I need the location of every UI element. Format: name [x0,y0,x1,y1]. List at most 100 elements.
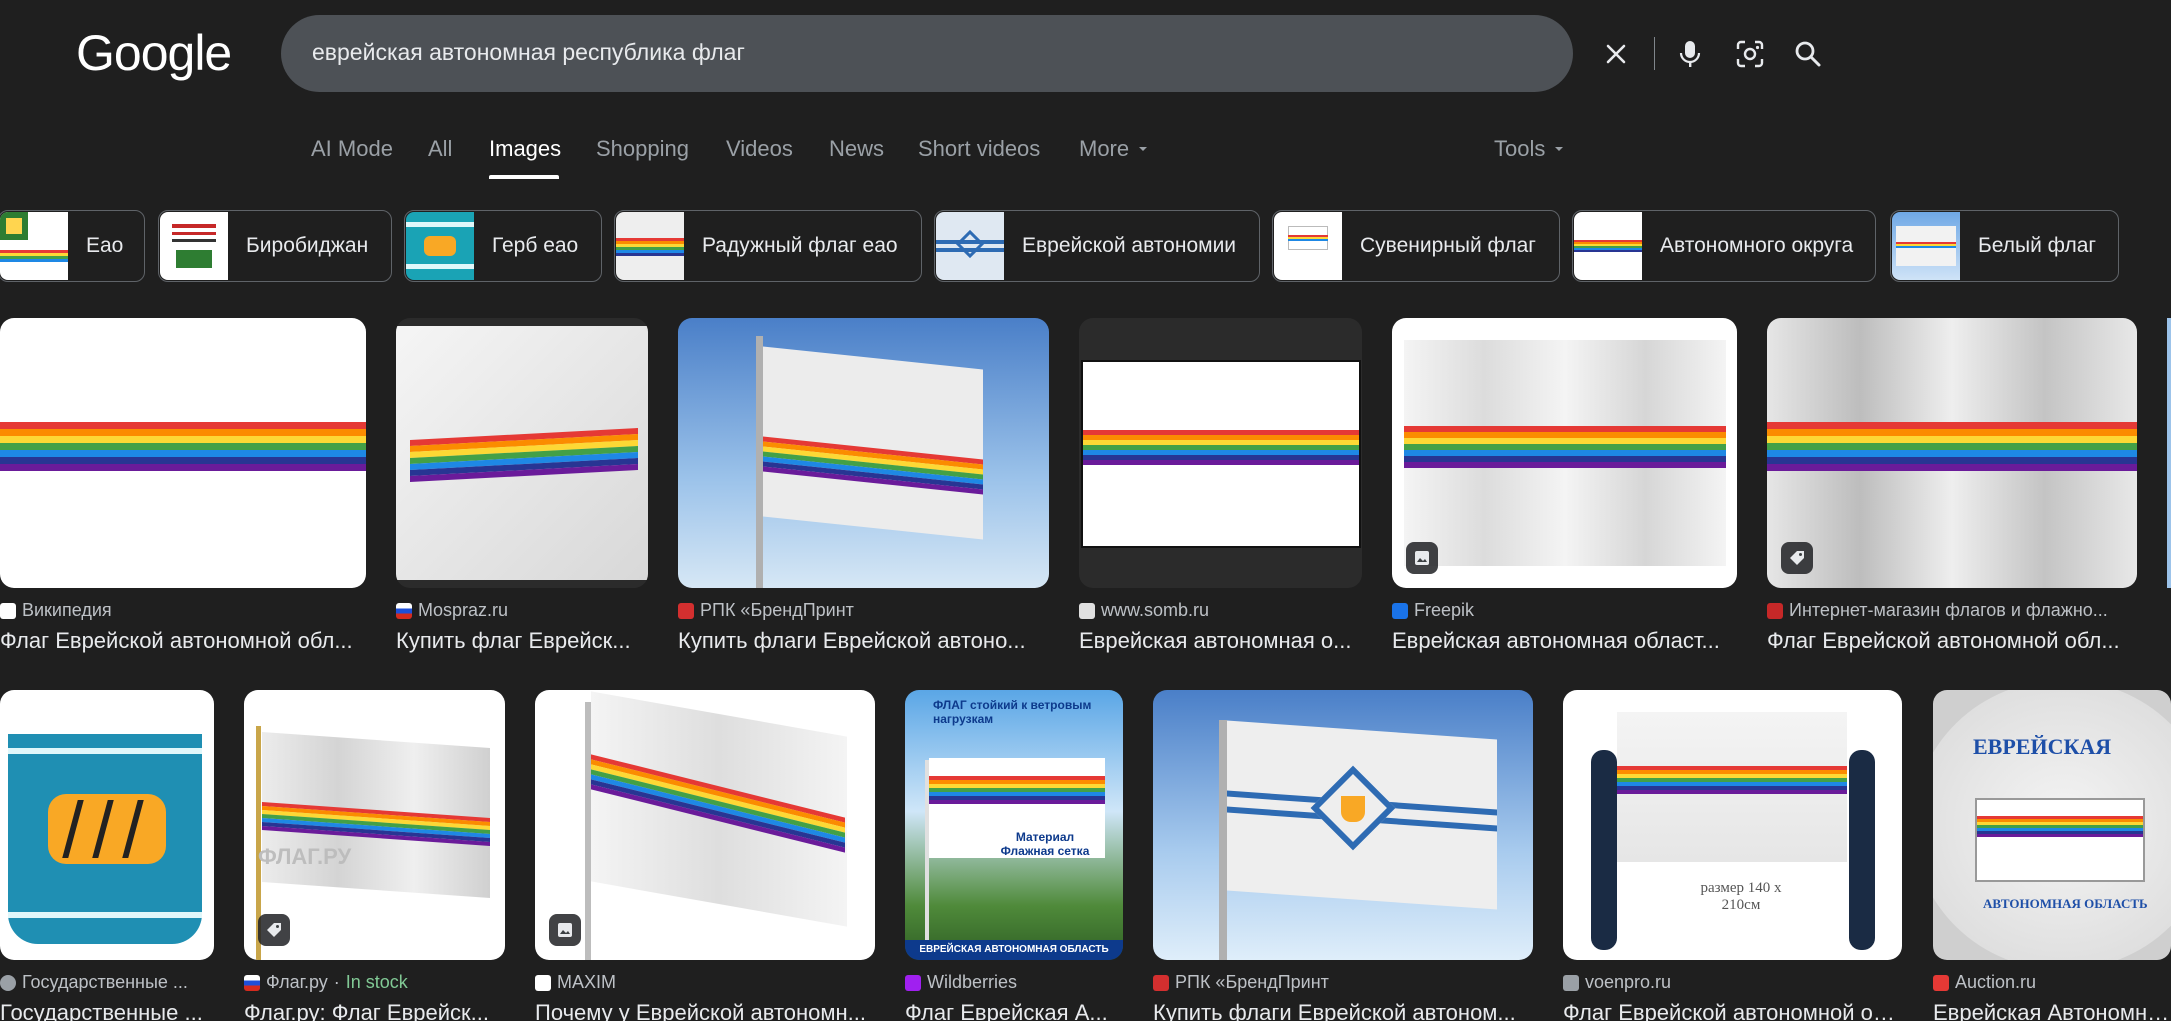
result-title[interactable]: Государственные ... [0,1000,214,1021]
maxim-favicon [535,974,551,991]
source-name: Интернет-магазин флагов и флажно... [1789,600,2108,620]
somb-favicon [1079,602,1095,619]
result-image[interactable] [0,318,366,588]
tab-more[interactable]: More [1079,136,1149,162]
mic-icon[interactable] [1673,37,1707,71]
result-source[interactable]: Mospraz.ru [396,600,508,621]
source-name: Государственные ... [22,972,188,992]
result-title[interactable]: Купить флаги Еврейской автоном... [1153,1000,1523,1021]
result-title[interactable]: Флаг Еврейской автономной обл... [0,628,360,654]
chip-bely-flag[interactable]: Белый флаг [1890,210,2119,282]
chip-eao[interactable]: Еао [0,210,145,282]
result-source[interactable]: Auction.ru [1933,972,2036,993]
result-image[interactable]: ФЛАГ.РУ [244,690,505,960]
result-title[interactable]: Купить флаги Еврейской автоно... [678,628,1028,654]
dropdown-icon [1139,147,1148,151]
dropdown-icon [1555,147,1564,151]
result-image[interactable]: размер 140 x 210см [1563,690,1902,960]
result-image[interactable] [396,318,648,588]
result-image[interactable] [1767,318,2137,588]
tab-news[interactable]: News [829,136,884,162]
result-image-peek[interactable] [2167,318,2171,588]
result-title[interactable]: Флаг Еврейской автономной обл... [1767,628,2127,654]
flag-stripes [0,422,366,471]
tab-short-videos[interactable]: Short videos [918,136,1040,162]
google-logo[interactable]: Google [76,24,232,82]
search-input[interactable]: еврейская автономная республика флаг [312,39,745,66]
result-source[interactable]: Википедия [0,600,112,621]
tab-videos[interactable]: Videos [726,136,793,162]
result-image[interactable]: ФЛАГ стойкий к ветровым нагрузкам Матери… [905,690,1123,960]
result-source[interactable]: РПК «БрендПринт [1153,972,1329,993]
chip-thumbnail [406,212,474,280]
chip-thumbnail [160,212,228,280]
tools-button[interactable]: Tools [1494,136,1565,162]
image-badge-icon [549,914,581,946]
tab-more-label: More [1079,136,1130,161]
chip-thumbnail [616,212,684,280]
result-image[interactable] [1392,318,1737,588]
stock-status: In stock [345,972,408,992]
result-source[interactable]: www.somb.ru [1079,600,1209,621]
result-source[interactable]: MAXIM [535,972,616,993]
image-caption: размер 140 x 210см [1700,880,1782,913]
chip-thumbnail [936,212,1004,280]
chip-gerb-eao[interactable]: Герб еао [404,210,602,282]
chip-label: Сувенирный флаг [1360,234,1536,257]
result-image[interactable] [0,690,214,960]
watermark-text: ФЛАГ.РУ [258,844,352,869]
result-title[interactable]: Флаг.ру: Флаг Еврейск... [244,1000,494,1021]
image-caption: ЕВРЕЙСКАЯ АВТОНОМНАЯ ОБЛАСТЬ [905,940,1123,960]
russia-flag-favicon [244,974,260,991]
result-image[interactable] [1079,318,1362,588]
tools-label: Tools [1494,136,1546,161]
result-image[interactable] [678,318,1049,588]
chip-label: Автономного округа [1660,234,1854,257]
chip-thumbnail [1274,212,1342,280]
tab-ai-mode[interactable]: AI Mode [311,136,393,162]
chip-birobidzhan[interactable]: Биробиджан [158,210,392,282]
flag-shop-favicon [1767,602,1783,619]
chip-raduzhny-flag[interactable]: Радужный флаг еао [614,210,922,282]
chip-label: Еао [86,234,124,257]
chip-label: Биробиджан [246,234,369,257]
source-name: Freepik [1414,600,1475,620]
result-title[interactable]: Еврейская автономная о... [1079,628,1359,654]
lens-icon[interactable] [1733,37,1767,71]
search-divider [1654,37,1655,70]
source-name: Википедия [22,600,112,620]
result-title[interactable]: Еврейская Автономна... [1933,1000,2171,1021]
chip-label: Герб еао [492,234,579,257]
result-title[interactable]: Еврейская автономная област... [1392,628,1737,654]
chip-suvenirny-flag[interactable]: Сувенирный флаг [1272,210,1560,282]
chip-avtonomnogo-okruga[interactable]: Автономного округа [1572,210,1876,282]
brandprint-favicon [1153,974,1169,991]
auction-favicon [1933,974,1949,991]
result-source[interactable]: РПК «БрендПринт [678,600,854,621]
tab-all[interactable]: All [428,136,452,162]
source-name: РПК «БрендПринт [1175,972,1329,992]
result-image[interactable]: ЕВРЕЙСКАЯ АВТОНОМНАЯ ОБЛАСТЬ [1933,690,2171,960]
result-source[interactable]: Интернет-магазин флагов и флажно... [1767,600,2108,621]
tab-images[interactable]: Images [489,136,561,162]
result-source[interactable]: Freepik [1392,600,1474,621]
result-source[interactable]: Флаг.ру · In stock [244,972,408,993]
result-source[interactable]: Государственные ... [0,972,188,993]
image-caption: Материал Флажная сетка [1000,830,1090,858]
result-source[interactable]: Wildberries [905,972,1017,993]
result-title[interactable]: Почему у Еврейской автономн... [535,1000,875,1021]
search-icon[interactable] [1791,37,1825,71]
result-title[interactable]: Купить флаг Еврейск... [396,628,648,654]
result-image[interactable] [1153,690,1533,960]
brandprint-favicon [678,602,694,619]
image-caption: ЕВРЕЙСКАЯ [1973,734,2112,759]
chip-evreyskoy-avtonomii[interactable]: Еврейской автономии [934,210,1260,282]
clear-icon[interactable] [1599,37,1633,71]
tab-shopping[interactable]: Shopping [596,136,689,162]
result-source[interactable]: voenpro.ru [1563,972,1671,993]
source-name: www.somb.ru [1101,600,1210,620]
result-image[interactable] [535,690,875,960]
result-title[interactable]: Флаг Еврейской автономной об... [1563,1000,1902,1021]
search-bar[interactable]: еврейская автономная республика флаг [281,15,1821,92]
result-title[interactable]: Флаг Еврейская А... [905,1000,1115,1021]
